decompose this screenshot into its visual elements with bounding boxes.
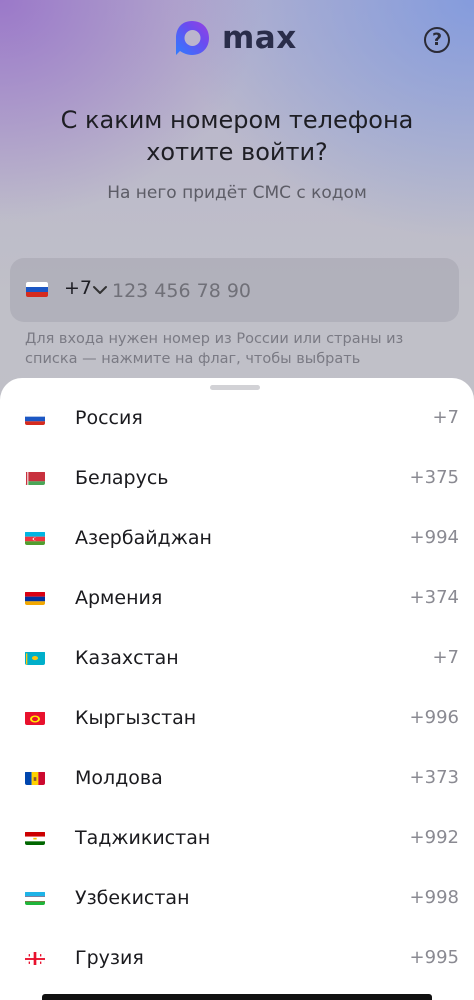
country-dial-code: +7 bbox=[432, 407, 459, 428]
country-name: Кыргызстан bbox=[75, 707, 197, 729]
app-logo: max bbox=[172, 18, 297, 58]
country-row-kazakhstan[interactable]: Казахстан +7 bbox=[0, 630, 474, 690]
hint-text: Для входа нужен номер из России или стра… bbox=[25, 331, 404, 367]
phone-field: +7 bbox=[10, 258, 459, 322]
country-name: Казахстан bbox=[75, 647, 179, 669]
country-row-russia[interactable]: Россия +7 bbox=[0, 390, 474, 450]
country-dial-code: +7 bbox=[432, 647, 459, 668]
russia-flag-icon[interactable] bbox=[26, 282, 48, 297]
country-dial-code: +996 bbox=[409, 707, 459, 728]
country-name: Армения bbox=[75, 587, 163, 609]
max-logo-icon bbox=[176, 21, 209, 55]
country-dial-code: +373 bbox=[409, 767, 459, 788]
country-name: Беларусь bbox=[75, 467, 169, 489]
country-row-belarus[interactable]: Беларусь +375 bbox=[0, 450, 474, 510]
brand-name: max bbox=[222, 20, 297, 56]
country-dial-code: +994 bbox=[409, 527, 459, 548]
russia-flag-icon bbox=[25, 411, 45, 425]
country-row-tajikistan[interactable]: Таджикистан +992 bbox=[0, 810, 474, 870]
page-subtitle: На него придёт СМС с кодом bbox=[107, 183, 367, 203]
country-name: Россия bbox=[75, 407, 143, 429]
country-row-armenia[interactable]: Армения +374 bbox=[0, 570, 474, 630]
kazakhstan-flag-icon bbox=[25, 651, 45, 665]
country-name: Грузия bbox=[75, 947, 144, 969]
country-row-kyrgyzstan[interactable]: Кыргызстан +996 bbox=[0, 690, 474, 750]
help-icon[interactable]: ? bbox=[424, 27, 450, 53]
azerbaijan-flag-icon bbox=[25, 531, 45, 545]
country-name: Таджикистан bbox=[75, 827, 211, 849]
georgia-flag-icon bbox=[25, 951, 45, 965]
country-row-moldova[interactable]: Молдова +373 bbox=[0, 750, 474, 810]
country-picker-sheet: Россия +7 Беларусь +375 Азербайджан +994 Армен… bbox=[0, 378, 474, 1000]
country-dial-code: +992 bbox=[409, 827, 459, 848]
country-dial-code: +998 bbox=[409, 887, 459, 908]
belarus-flag-icon bbox=[25, 471, 45, 485]
phone-input[interactable] bbox=[110, 272, 434, 310]
country-name: Азербайджан bbox=[75, 527, 212, 549]
moldova-flag-icon bbox=[25, 771, 45, 785]
tajikistan-flag-icon bbox=[25, 831, 45, 845]
country-name: Молдова bbox=[75, 767, 163, 789]
country-dial-code: +374 bbox=[409, 587, 459, 608]
page-title: С каким номером телефона хотите войти? bbox=[60, 106, 414, 166]
country-row-georgia[interactable]: Грузия +995 bbox=[0, 930, 474, 990]
home-indicator bbox=[42, 994, 432, 1000]
country-dial-code: +995 bbox=[409, 947, 459, 968]
country-code[interactable]: +7 bbox=[64, 277, 92, 299]
chevron-down-icon[interactable] bbox=[92, 284, 108, 296]
country-row-azerbaijan[interactable]: Азербайджан +994 bbox=[0, 510, 474, 570]
header: max ? bbox=[0, 0, 474, 80]
armenia-flag-icon bbox=[25, 591, 45, 605]
kyrgyzstan-flag-icon bbox=[25, 711, 45, 725]
uzbekistan-flag-icon bbox=[25, 891, 45, 905]
country-name: Узбекистан bbox=[75, 887, 190, 909]
country-dial-code: +375 bbox=[409, 467, 459, 488]
country-row-uzbekistan[interactable]: Узбекистан +998 bbox=[0, 870, 474, 930]
